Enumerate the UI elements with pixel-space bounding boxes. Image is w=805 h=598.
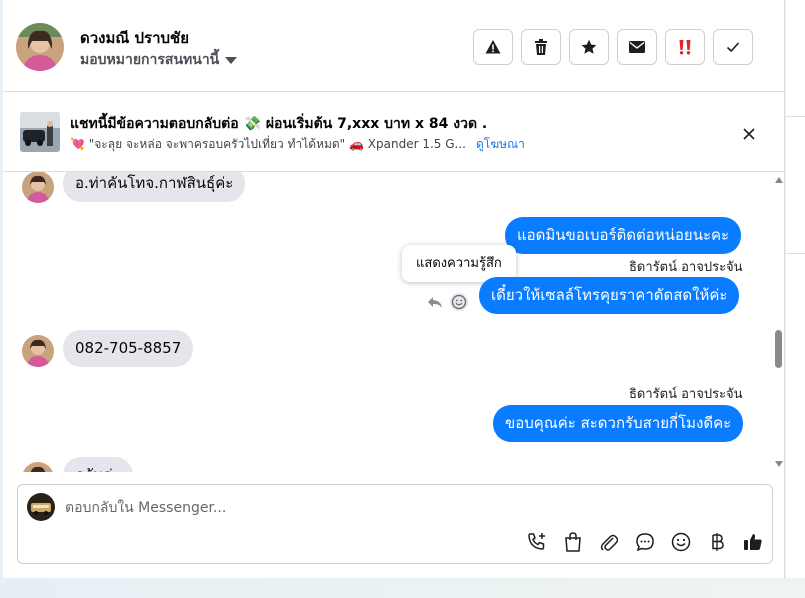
- phone-plus-icon: [528, 533, 545, 550]
- trash-icon: [535, 39, 547, 55]
- incoming-message[interactable]: อ.ท่าคันโทจ.กาฬสินธุ์ค่ะ: [63, 172, 246, 202]
- report-button[interactable]: [473, 29, 513, 65]
- right-panel-edge: [786, 0, 805, 598]
- baht-icon: [712, 533, 724, 551]
- payment-button[interactable]: [706, 531, 728, 553]
- attach-button[interactable]: [598, 531, 620, 553]
- outgoing-message[interactable]: ขอบคุณค่ะ สะดวกรับสายกี่โมงดีคะ: [493, 405, 744, 442]
- scroll-up-arrow-icon[interactable]: [775, 177, 783, 183]
- composer-toolbar: [526, 531, 764, 553]
- divider: [786, 116, 805, 117]
- warning-icon: [485, 40, 501, 54]
- page-background: [0, 578, 805, 598]
- contact-avatar-small: [22, 172, 54, 203]
- mark-unread-button[interactable]: [617, 29, 657, 65]
- outgoing-message[interactable]: เดี๋ยวให้เซลล์โทรคุยราคาดัดสดให้ค่ะ: [479, 277, 740, 314]
- saved-replies-button[interactable]: [634, 531, 656, 553]
- message-thread[interactable]: อ.ท่าคันโทจ.กาฬสินธุ์ค่ะ แอดมินขอเบอร์ติ…: [3, 172, 785, 472]
- reply-icon[interactable]: [427, 294, 443, 310]
- thread-scrollbar[interactable]: [773, 172, 785, 472]
- star-icon: [581, 39, 597, 54]
- shopping-bag-icon: [565, 532, 581, 552]
- conversation-header: ดวงมณี ปราบชัย มอบหมายการสนทนานี้: [3, 0, 785, 92]
- paperclip-icon: [600, 534, 618, 551]
- sender-name: ธิดารัตน์ อาจประจัน: [629, 260, 743, 275]
- emoji-button[interactable]: [670, 531, 692, 553]
- thumbs-up-icon: [744, 534, 762, 550]
- sender-name: ธิดารัตน์ อาจประจัน: [629, 387, 743, 402]
- caret-down-icon: [225, 57, 238, 64]
- chat-bubble-icon: [636, 533, 654, 552]
- ad-context-row: แชทนี้มีข้อความตอบกลับต่อ 💸 ผ่อนเริ่มต้น…: [3, 92, 785, 172]
- emoji-icon: [671, 532, 691, 552]
- shop-button[interactable]: [562, 531, 584, 553]
- assign-label: มอบหมายการสนทนานี้: [80, 52, 220, 68]
- ad-thumbnail[interactable]: [20, 112, 60, 152]
- divider: [786, 253, 805, 254]
- incoming-message[interactable]: 082-705-8857: [63, 330, 194, 367]
- reply-composer: [17, 484, 773, 564]
- ad-subtitle-row: 💘 "จะลุย จะหล่อ จะพาครอบครัวไปเที่ยว ทำไ…: [70, 135, 525, 154]
- ad-subtitle: 💘 "จะลุย จะหล่อ จะพาครอบครัวไปเที่ยว ทำไ…: [70, 137, 466, 151]
- envelope-icon: [629, 41, 645, 53]
- smiley-icon[interactable]: [449, 292, 469, 312]
- view-ad-link[interactable]: ดูโฆษณา: [476, 135, 525, 154]
- close-icon: [743, 128, 755, 140]
- page-avatar: [27, 493, 55, 521]
- incoming-message[interactable]: ครับค่ะ: [63, 457, 133, 472]
- double-exclamation-icon: [679, 40, 691, 55]
- ad-title: แชทนี้มีข้อความตอบกลับต่อ 💸 ผ่อนเริ่มต้น…: [70, 116, 488, 132]
- reply-input[interactable]: [65, 495, 745, 521]
- star-button[interactable]: [569, 29, 609, 65]
- assign-conversation-dropdown[interactable]: มอบหมายการสนทนานี้: [80, 49, 238, 71]
- spam-button[interactable]: [665, 29, 705, 65]
- contact-name: ดวงมณี ปราบชัย: [80, 29, 190, 47]
- mark-done-button[interactable]: [713, 29, 753, 65]
- close-ad-button[interactable]: [737, 122, 761, 146]
- delete-button[interactable]: [521, 29, 561, 65]
- call-button[interactable]: [526, 531, 548, 553]
- scroll-down-arrow-icon[interactable]: [775, 461, 783, 467]
- conversation-panel: ดวงมณี ปราบชัย มอบหมายการสนทนานี้ แชทนี้…: [3, 0, 785, 578]
- scroll-thumb[interactable]: [775, 330, 782, 368]
- contact-avatar[interactable]: [16, 23, 64, 71]
- like-button[interactable]: [742, 531, 764, 553]
- outgoing-message[interactable]: แอดมินขอเบอร์ติดต่อหน่อยนะคะ: [505, 217, 742, 254]
- header-actions: [473, 29, 753, 65]
- check-icon: [726, 42, 740, 53]
- contact-avatar-small: [22, 335, 54, 367]
- contact-avatar-small: [22, 462, 54, 472]
